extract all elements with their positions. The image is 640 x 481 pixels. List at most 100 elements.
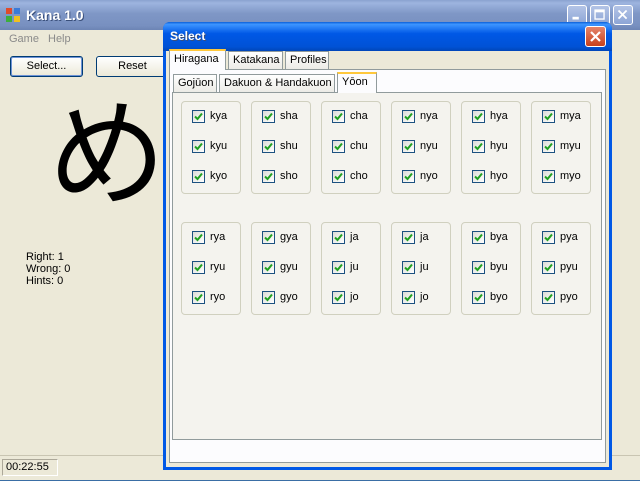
- menu-game[interactable]: Game: [9, 33, 39, 45]
- checkbox-label: ja: [420, 231, 429, 243]
- tab-panel-yoon: kya kyu kyo sha shu sho cha chu cho nya nyu nyo hya h…: [172, 92, 602, 440]
- checkbox-box[interactable]: [332, 170, 345, 183]
- kana-group: ja ju jo: [321, 222, 381, 315]
- subtab-dakuon-handakuon[interactable]: Dakuon & Handakuon: [219, 74, 335, 92]
- checkbox-box[interactable]: [332, 291, 345, 304]
- checkbox-box[interactable]: [332, 110, 345, 123]
- wrong-count: Wrong: 0: [26, 263, 71, 275]
- checkbox-label: gya: [280, 231, 298, 243]
- checkbox-box[interactable]: [332, 231, 345, 244]
- kana-group: mya myu myo: [531, 101, 591, 194]
- kana-group: hya hyu hyo: [461, 101, 521, 194]
- score-panel: Right: 1 Wrong: 0 Hints: 0: [26, 251, 70, 287]
- checkbox-label: byo: [490, 291, 508, 303]
- checkbox-box[interactable]: [192, 291, 205, 304]
- checkbox-label: hyu: [490, 140, 508, 152]
- tab-katakana[interactable]: Katakana: [228, 51, 283, 69]
- elapsed-time: 00:22:55: [2, 459, 58, 476]
- checkbox-box[interactable]: [402, 231, 415, 244]
- checkmark-icon: [334, 293, 343, 302]
- checkmark-icon: [544, 112, 553, 121]
- checkbox-label: ryu: [210, 261, 226, 273]
- kana-group: cha chu cho: [321, 101, 381, 194]
- checkbox-label: kya: [210, 110, 228, 122]
- subtab-y-on[interactable]: Yōon: [337, 72, 377, 93]
- checkbox-box[interactable]: [402, 291, 415, 304]
- checkbox-label: ryo: [210, 291, 226, 303]
- dialog-title: Select: [170, 29, 206, 43]
- checkbox-box[interactable]: [262, 261, 275, 274]
- checkbox-box[interactable]: [192, 170, 205, 183]
- checkmark-icon: [334, 263, 343, 272]
- checkbox-box[interactable]: [542, 110, 555, 123]
- dialog-titlebar[interactable]: Select: [163, 22, 612, 51]
- checkbox-label: rya: [210, 231, 226, 243]
- checkbox-label: cho: [350, 170, 368, 182]
- app-icon: [6, 8, 20, 22]
- kana-group: rya ryu ryo: [181, 222, 241, 315]
- checkbox-box[interactable]: [472, 170, 485, 183]
- checkbox-box[interactable]: [542, 140, 555, 153]
- checkmark-icon: [474, 263, 483, 272]
- checkbox-box[interactable]: [472, 291, 485, 304]
- checkbox-box[interactable]: [262, 140, 275, 153]
- checkmark-icon: [194, 112, 203, 121]
- checkbox-label: bya: [490, 231, 508, 243]
- checkbox-box[interactable]: [472, 231, 485, 244]
- checkbox-box[interactable]: [262, 170, 275, 183]
- checkbox-label: kyo: [210, 170, 228, 182]
- checkbox-box[interactable]: [402, 140, 415, 153]
- checkbox-label: byu: [490, 261, 508, 273]
- checkmark-icon: [404, 112, 413, 121]
- kana-group: nya nyu nyo: [391, 101, 451, 194]
- subtab-goj-on[interactable]: Gojūon: [173, 74, 217, 92]
- close-button[interactable]: [613, 5, 633, 25]
- checkbox-label: ju: [420, 261, 429, 273]
- checkbox-box[interactable]: [262, 110, 275, 123]
- checkbox-label: jo: [350, 291, 359, 303]
- checkmark-icon: [404, 293, 413, 302]
- checkbox-box[interactable]: [402, 261, 415, 274]
- checkbox-box[interactable]: [262, 231, 275, 244]
- checkbox-box[interactable]: [332, 261, 345, 274]
- checkbox-box[interactable]: [262, 291, 275, 304]
- checkbox-box[interactable]: [542, 291, 555, 304]
- tab-profiles[interactable]: Profiles: [285, 51, 329, 69]
- checkmark-icon: [264, 293, 273, 302]
- checkbox-box[interactable]: [542, 170, 555, 183]
- checkbox-box[interactable]: [192, 261, 205, 274]
- checkbox-box[interactable]: [192, 110, 205, 123]
- window-title: Kana 1.0: [26, 7, 84, 23]
- checkmark-icon: [474, 142, 483, 151]
- checkbox-label: nya: [420, 110, 438, 122]
- checkbox-box[interactable]: [542, 231, 555, 244]
- checkmark-icon: [334, 142, 343, 151]
- checkbox-box[interactable]: [192, 140, 205, 153]
- checkbox-box[interactable]: [472, 261, 485, 274]
- checkbox-label: hyo: [490, 170, 508, 182]
- checkbox-box[interactable]: [472, 140, 485, 153]
- checkbox-box[interactable]: [332, 140, 345, 153]
- checkmark-icon: [194, 293, 203, 302]
- kana-group: bya byu byo: [461, 222, 521, 315]
- kana-group: pya pyu pyo: [531, 222, 591, 315]
- menu-help[interactable]: Help: [48, 33, 71, 45]
- checkbox-label: mya: [560, 110, 581, 122]
- checkbox-box[interactable]: [192, 231, 205, 244]
- checkmark-icon: [544, 293, 553, 302]
- checkbox-box[interactable]: [542, 261, 555, 274]
- checkbox-box[interactable]: [472, 110, 485, 123]
- checkmark-icon: [334, 233, 343, 242]
- checkmark-icon: [264, 263, 273, 272]
- reset-button[interactable]: Reset: [96, 56, 169, 77]
- tab-hiragana[interactable]: Hiragana: [169, 49, 226, 70]
- checkmark-icon: [264, 142, 273, 151]
- checkmark-icon: [404, 233, 413, 242]
- checkmark-icon: [264, 112, 273, 121]
- select-button[interactable]: Select...: [10, 56, 83, 77]
- kana-group: ja ju jo: [391, 222, 451, 315]
- checkbox-box[interactable]: [402, 110, 415, 123]
- dialog-close-button[interactable]: [585, 26, 606, 47]
- checkbox-box[interactable]: [402, 170, 415, 183]
- dialog-body: Hiragana Katakana Profiles kya kyu kyo sha shu…: [166, 49, 609, 467]
